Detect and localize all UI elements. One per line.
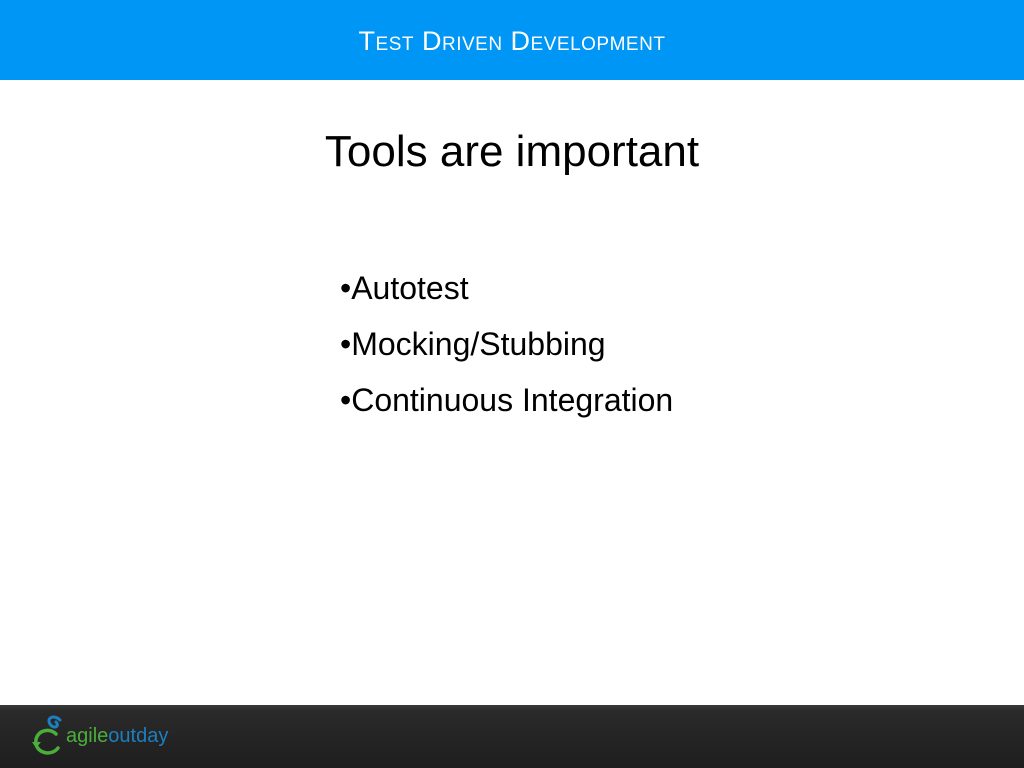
bullet-item-mocking-stubbing: •Mocking/Stubbing — [340, 326, 606, 362]
bullet-item-autotest: •Autotest — [340, 270, 469, 306]
logo-text-primary: agile — [66, 725, 109, 747]
slide-title: Tools are important — [324, 127, 700, 176]
agileoutday-logo-icon — [32, 715, 62, 755]
bullet-list: •Autotest •Mocking/Stubbing •Continuous … — [340, 268, 673, 436]
header-title: Test Driven Development — [358, 26, 666, 56]
footer-logo: agileoutday — [30, 712, 180, 758]
logo-text: agileoutday — [66, 724, 168, 748]
logo-text-secondary: outday — [108, 725, 169, 747]
bullet-item-continuous-integration: •Continuous Integration — [340, 382, 674, 418]
slide: Test Driven Development Tools are import… — [0, 0, 1024, 768]
